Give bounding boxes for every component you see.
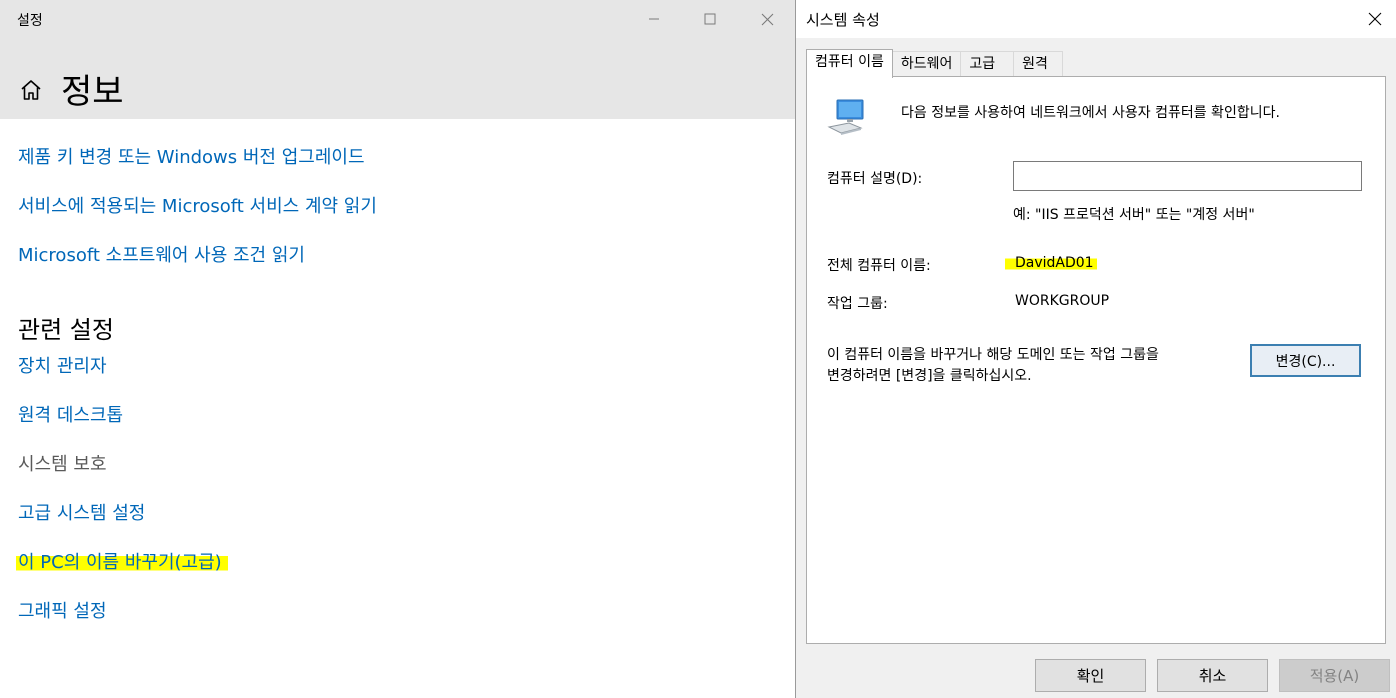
- dialog-title: 시스템 속성: [806, 11, 880, 29]
- dialog-tabs: 컴퓨터 이름 하드웨어 고급 원격: [806, 49, 1063, 78]
- license-terms-link[interactable]: Microsoft 소프트웨어 사용 조건 읽기: [18, 241, 305, 267]
- close-icon[interactable]: [752, 8, 782, 30]
- settings-header: 설정 정보: [0, 0, 795, 119]
- tab-computer-name[interactable]: 컴퓨터 이름: [806, 49, 893, 78]
- info-text: 다음 정보를 사용하여 네트워크에서 사용자 컴퓨터를 확인합니다.: [901, 105, 1280, 121]
- dialog-close-icon[interactable]: [1362, 6, 1388, 32]
- graphics-settings-link[interactable]: 그래픽 설정: [18, 597, 107, 623]
- remote-desktop-link[interactable]: 원격 데스크톱: [18, 401, 123, 427]
- description-label: 컴퓨터 설명(D):: [827, 171, 923, 187]
- cancel-button[interactable]: 취소: [1157, 659, 1268, 692]
- workgroup-value: WORKGROUP: [1015, 293, 1110, 309]
- home-icon[interactable]: [19, 78, 43, 102]
- system-protection-link[interactable]: 시스템 보호: [18, 450, 107, 476]
- full-computer-name-text: DavidAD01: [1005, 255, 1097, 271]
- maximize-icon[interactable]: [695, 8, 725, 30]
- page-title: 정보: [61, 72, 124, 112]
- product-key-link[interactable]: 제품 키 변경 또는 Windows 버전 업그레이드: [18, 143, 365, 169]
- description-example: 예: "IIS 프로덕션 서버" 또는 "계정 서버": [1013, 207, 1255, 223]
- related-settings-title: 관련 설정: [18, 316, 114, 344]
- change-button[interactable]: 변경(C)...: [1250, 344, 1361, 377]
- tab-hardware[interactable]: 하드웨어: [891, 51, 962, 77]
- rename-pc-label: 이 PC의 이름 바꾸기(고급): [16, 552, 228, 573]
- dialog-titlebar: 시스템 속성: [796, 0, 1396, 38]
- app-title: 설정: [17, 13, 43, 29]
- tab-remote[interactable]: 원격: [1013, 51, 1063, 77]
- full-computer-name-value: DavidAD01: [1005, 255, 1097, 271]
- computer-name-panel: 다음 정보를 사용하여 네트워크에서 사용자 컴퓨터를 확인합니다. 컴퓨터 설…: [806, 76, 1386, 644]
- service-agreement-link[interactable]: 서비스에 적용되는 Microsoft 서비스 계약 읽기: [18, 192, 377, 218]
- computer-icon: [827, 97, 867, 137]
- change-text-line2: 변경하려면 [변경]을 클릭하십시오.: [827, 368, 1032, 384]
- system-properties-dialog: 시스템 속성 컴퓨터 이름 하드웨어 고급 원격 다음 정보를 사용하여 네트워…: [795, 0, 1396, 698]
- apply-button[interactable]: 적용(A): [1279, 659, 1390, 692]
- ok-button[interactable]: 확인: [1035, 659, 1146, 692]
- computer-description-input[interactable]: [1013, 161, 1362, 191]
- full-name-label: 전체 컴퓨터 이름:: [827, 258, 931, 274]
- rename-pc-link[interactable]: 이 PC의 이름 바꾸기(고급): [16, 548, 228, 574]
- change-text-line1: 이 컴퓨터 이름을 바꾸거나 해당 도메인 또는 작업 그룹을: [827, 347, 1159, 363]
- settings-window: 설정 정보 제품 키 변경 또는 Windows 버전 업그레이드 서비스에 적…: [0, 0, 795, 698]
- device-manager-link[interactable]: 장치 관리자: [18, 352, 107, 378]
- advanced-system-settings-link[interactable]: 고급 시스템 설정: [18, 499, 145, 525]
- workgroup-label: 작업 그룹:: [827, 296, 888, 312]
- minimize-icon[interactable]: [639, 8, 669, 30]
- tab-advanced[interactable]: 고급: [960, 51, 1015, 77]
